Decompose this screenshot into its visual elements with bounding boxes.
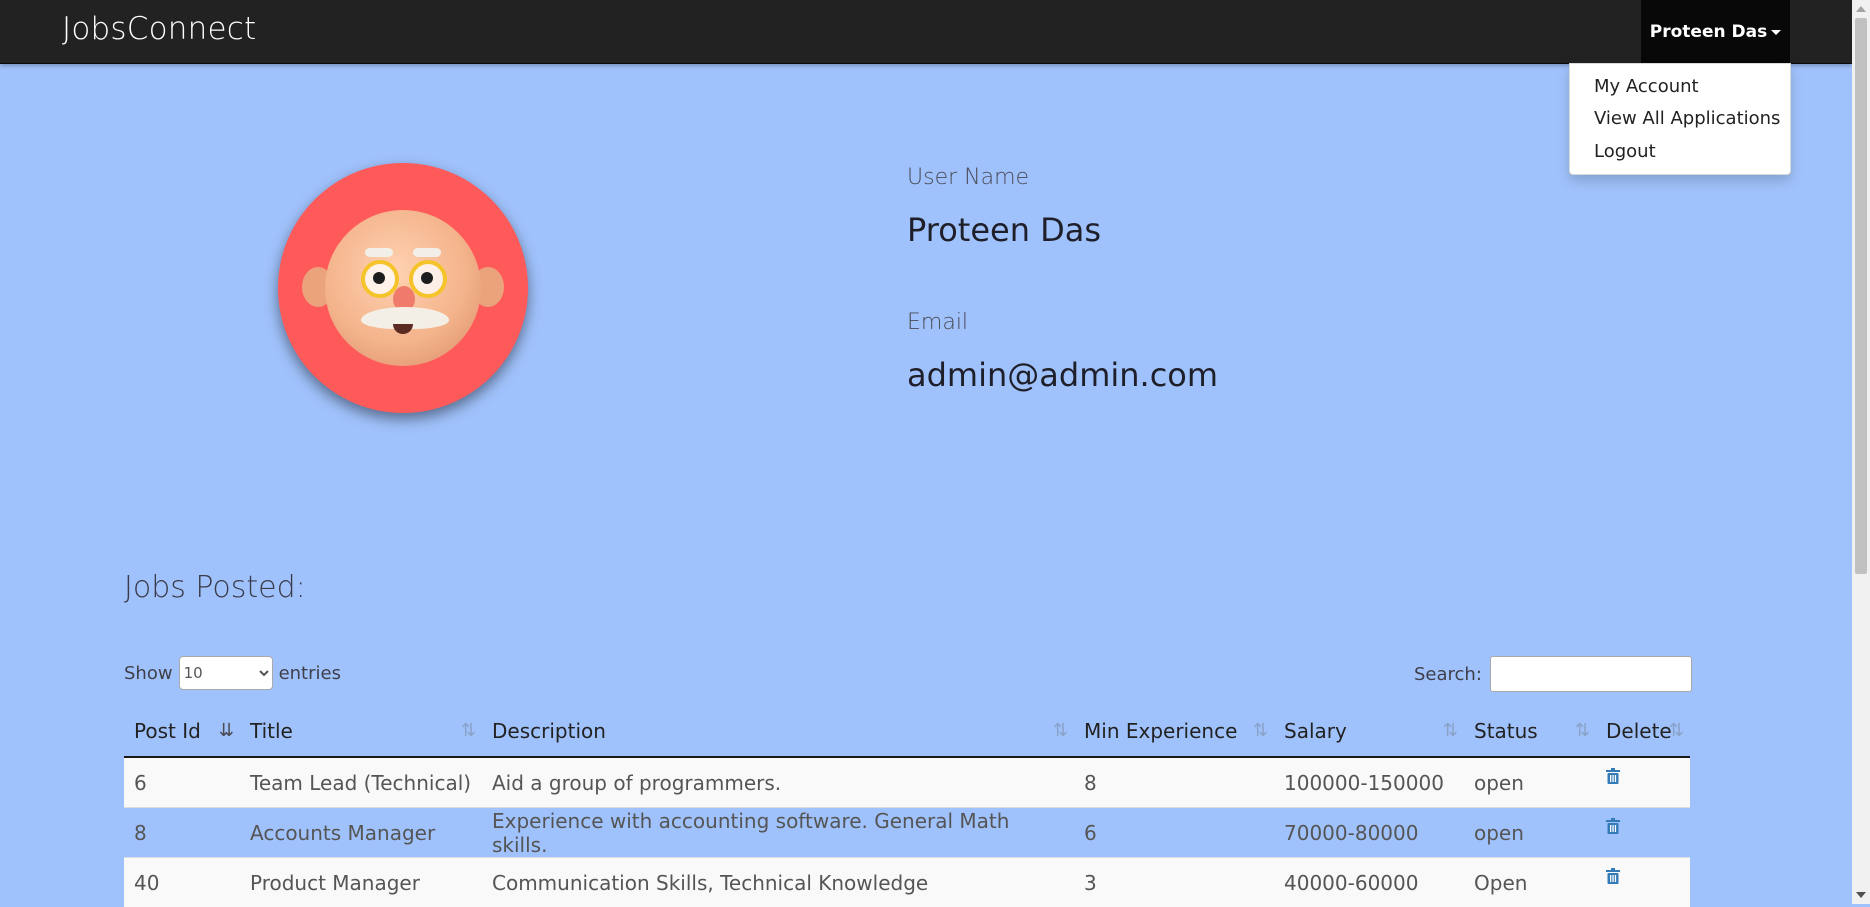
cell-min-experience: 6 bbox=[1074, 808, 1274, 858]
show-label: Show bbox=[124, 663, 173, 684]
cell-min-experience: 3 bbox=[1074, 858, 1274, 907]
cell-title: Team Lead (Technical) bbox=[240, 757, 482, 808]
trash-icon[interactable] bbox=[1606, 868, 1620, 884]
trash-icon[interactable] bbox=[1606, 818, 1620, 834]
cell-min-experience: 8 bbox=[1074, 757, 1274, 808]
cell-status: open bbox=[1464, 808, 1596, 858]
column-header-description[interactable]: Description⇅ bbox=[482, 706, 1074, 757]
cell-status: open bbox=[1464, 757, 1596, 808]
cell-title: Accounts Manager bbox=[240, 808, 482, 858]
scroll-down-arrow-icon[interactable] bbox=[1856, 892, 1866, 898]
username-label: User Name bbox=[907, 165, 1029, 190]
cell-post-id: 6 bbox=[124, 757, 240, 808]
sort-icon[interactable]: ⇅ bbox=[1053, 720, 1068, 741]
avatar-left-brow bbox=[365, 248, 393, 257]
avatar-face bbox=[325, 210, 481, 366]
column-header-min-experience[interactable]: Min Experience⇅ bbox=[1074, 706, 1274, 757]
cell-post-id: 8 bbox=[124, 808, 240, 858]
cell-title: Product Manager bbox=[240, 858, 482, 907]
search-label: Search: bbox=[1414, 664, 1482, 685]
entries-select[interactable]: 10 bbox=[179, 656, 273, 690]
email-value: admin@admin.com bbox=[907, 356, 1218, 394]
menu-item-my-account[interactable]: My Account bbox=[1594, 76, 1699, 97]
trash-icon[interactable] bbox=[1606, 768, 1620, 784]
jobs-table: Post Id⇊ Title⇅ Description⇅ Min Experie… bbox=[124, 706, 1690, 907]
sort-icon[interactable]: ⇅ bbox=[461, 720, 476, 741]
vertical-scrollbar[interactable] bbox=[1852, 0, 1870, 904]
table-row: 6 Team Lead (Technical) Aid a group of p… bbox=[124, 757, 1690, 808]
user-dropdown-menu: My Account View All Applications Logout bbox=[1569, 63, 1791, 175]
cell-status: Open bbox=[1464, 858, 1596, 907]
cell-salary: 40000-60000 bbox=[1274, 858, 1464, 907]
scroll-up-arrow-icon[interactable] bbox=[1856, 6, 1866, 12]
sort-icon[interactable]: ⇅ bbox=[1443, 720, 1458, 741]
cell-delete bbox=[1596, 858, 1690, 907]
entries-length-control: Show 10 entries bbox=[124, 656, 341, 690]
table-row: 8 Accounts Manager Experience with accou… bbox=[124, 808, 1690, 858]
user-menu-label: Proteen Das bbox=[1650, 22, 1767, 42]
search-input[interactable] bbox=[1490, 656, 1692, 692]
jobs-section-title: Jobs Posted: bbox=[124, 570, 306, 605]
avatar bbox=[278, 163, 528, 413]
cell-description: Experience with accounting software. Gen… bbox=[482, 808, 1074, 858]
scrollbar-thumb[interactable] bbox=[1855, 18, 1867, 574]
navbar: JobsConnect Proteen Das bbox=[0, 0, 1852, 64]
avatar-right-brow bbox=[413, 248, 441, 257]
menu-item-view-all-applications[interactable]: View All Applications bbox=[1594, 108, 1780, 129]
email-label: Email bbox=[907, 310, 968, 335]
column-header-delete[interactable]: Delete⇅ bbox=[1596, 706, 1690, 757]
brand-logo[interactable]: JobsConnect bbox=[62, 11, 256, 47]
username-value: Proteen Das bbox=[907, 211, 1101, 249]
cell-post-id: 40 bbox=[124, 858, 240, 907]
cell-description: Aid a group of programmers. bbox=[482, 757, 1074, 808]
column-header-status[interactable]: Status⇅ bbox=[1464, 706, 1596, 757]
sort-asc-icon[interactable]: ⇊ bbox=[219, 720, 234, 741]
avatar-mouth bbox=[393, 324, 413, 334]
menu-item-logout[interactable]: Logout bbox=[1594, 141, 1656, 162]
table-row: 40 Product Manager Communication Skills,… bbox=[124, 858, 1690, 907]
sort-icon[interactable]: ⇅ bbox=[1253, 720, 1268, 741]
sort-icon[interactable]: ⇅ bbox=[1575, 720, 1590, 741]
entries-label: entries bbox=[279, 663, 341, 684]
table-search: Search: bbox=[1414, 656, 1692, 692]
sort-icon[interactable]: ⇅ bbox=[1669, 720, 1684, 741]
table-header-row: Post Id⇊ Title⇅ Description⇅ Min Experie… bbox=[124, 706, 1690, 757]
column-header-post-id[interactable]: Post Id⇊ bbox=[124, 706, 240, 757]
user-menu-toggle[interactable]: Proteen Das bbox=[1641, 0, 1790, 63]
avatar-right-lens bbox=[409, 260, 447, 298]
cell-delete bbox=[1596, 757, 1690, 808]
cell-delete bbox=[1596, 808, 1690, 858]
column-header-salary[interactable]: Salary⇅ bbox=[1274, 706, 1464, 757]
caret-down-icon bbox=[1771, 30, 1781, 35]
cell-salary: 100000-150000 bbox=[1274, 757, 1464, 808]
column-header-title[interactable]: Title⇅ bbox=[240, 706, 482, 757]
cell-salary: 70000-80000 bbox=[1274, 808, 1464, 858]
cell-description: Communication Skills, Technical Knowledg… bbox=[482, 858, 1074, 907]
